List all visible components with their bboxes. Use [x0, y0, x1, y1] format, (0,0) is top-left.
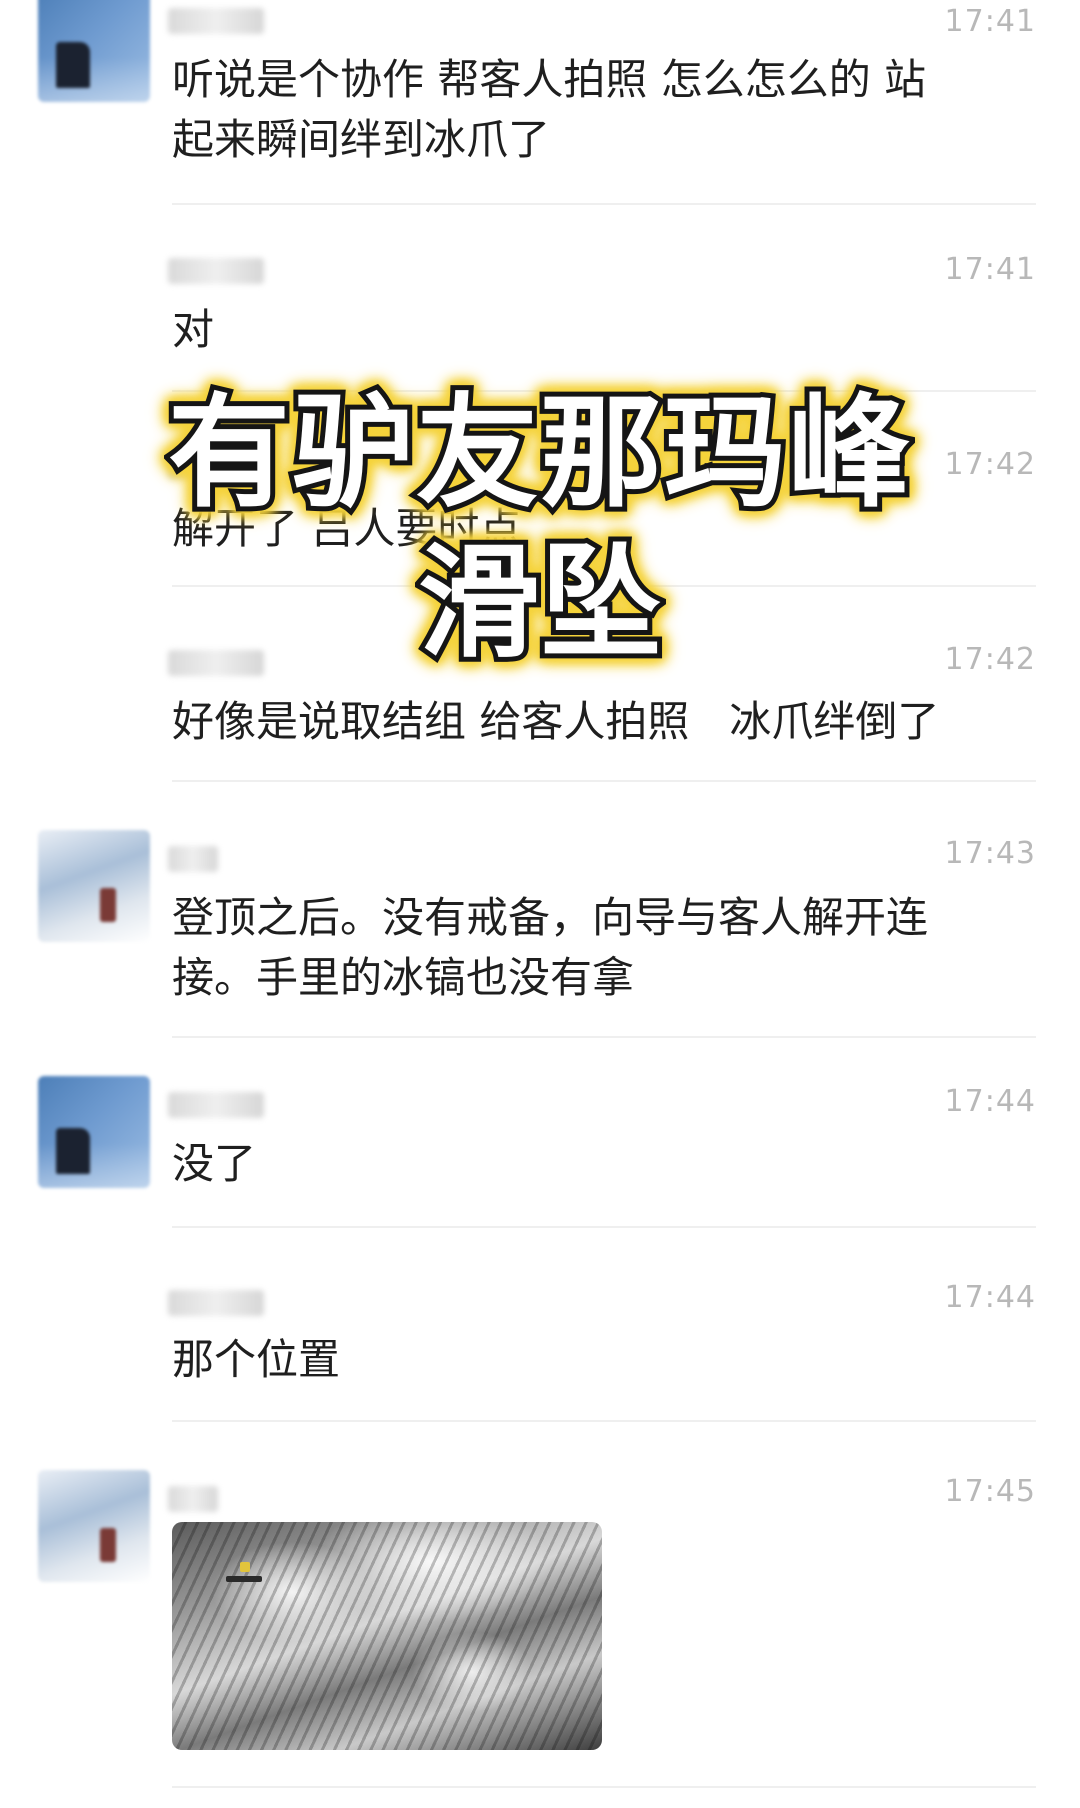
headline-overlay: 有驴友那玛峰 滑坠 [0, 382, 1080, 688]
sender-name-blurred [168, 1486, 218, 1512]
message-text: 没了 [172, 1139, 257, 1188]
sender-name-blurred [168, 258, 264, 284]
mountain-photo[interactable] [172, 1522, 602, 1750]
divider [172, 780, 1036, 782]
sender-name-blurred [168, 8, 264, 34]
message-time: 17:41 [944, 252, 1036, 287]
message-time: 17:44 [944, 1084, 1036, 1119]
headline-line-2: 滑坠 [413, 532, 667, 674]
message-time: 17:41 [944, 4, 1036, 39]
divider [172, 1786, 1036, 1788]
message-time: 17:45 [944, 1474, 1036, 1509]
message-time: 17:44 [944, 1280, 1036, 1315]
divider [172, 203, 1036, 205]
message-text: 那个位置 [172, 1335, 341, 1384]
avatar[interactable] [38, 1076, 150, 1188]
message-text: 对 [172, 305, 215, 354]
avatar[interactable] [38, 830, 150, 942]
chat-message-list: 17:41 听说是个协作 帮客人拍照 怎么怎么的 站 起来瞬间绊到冰爪了 17:… [0, 0, 1080, 1808]
avatar[interactable] [38, 1470, 150, 1582]
headline-line-1: 有驴友那玛峰 [163, 382, 915, 524]
divider [172, 1036, 1036, 1038]
message-text: 好像是说取结组 给客人拍照 冰爪绊倒了 [172, 697, 940, 746]
divider [172, 1226, 1036, 1228]
message-text: 听说是个协作 帮客人拍照 怎么怎么的 站 起来瞬间绊到冰爪了 [172, 55, 927, 164]
sender-name-blurred [168, 846, 218, 872]
location-marker-icon [240, 1562, 250, 1572]
avatar[interactable] [38, 0, 150, 102]
sender-name-blurred [168, 1290, 264, 1316]
message-time: 17:43 [944, 836, 1036, 871]
message-text: 登顶之后。没有戒备，向导与客人解开连 接。手里的冰镐也没有拿 [172, 893, 929, 1002]
divider [172, 1420, 1036, 1422]
sender-name-blurred [168, 1092, 264, 1118]
